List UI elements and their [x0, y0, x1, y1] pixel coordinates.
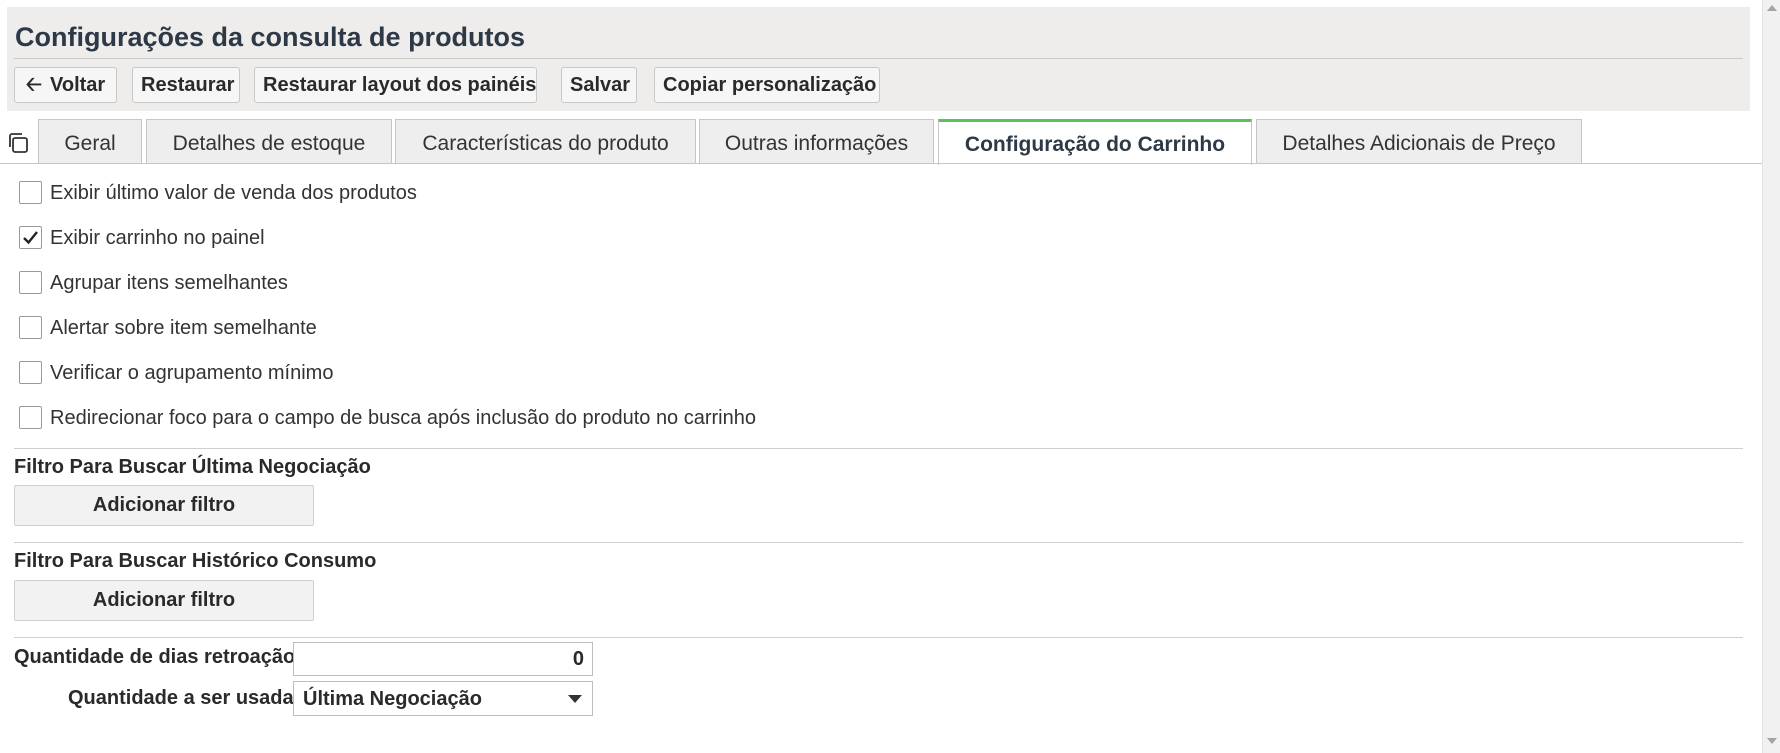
restore-layout-button[interactable]: Restaurar layout dos painéis: [254, 67, 537, 103]
caret-down-icon: [568, 695, 582, 703]
add-filter-consumption-history-button[interactable]: Adicionar filtro: [14, 580, 314, 621]
vertical-scrollbar[interactable]: [1762, 0, 1780, 753]
tab-configuracao-carrinho[interactable]: Configuração do Carrinho: [938, 119, 1252, 165]
quantity-used-label: Quantidade a ser usada: [68, 687, 294, 709]
add-filter-last-negotiation-button[interactable]: Adicionar filtro: [14, 485, 314, 526]
checkbox-label: Exibir carrinho no painel: [50, 227, 265, 249]
copy-customization-button[interactable]: Copiar personalização: [654, 67, 880, 103]
copy-windows-icon[interactable]: [6, 131, 30, 155]
checkbox-ultimo-valor[interactable]: [19, 181, 42, 204]
checkbox-agrupar-itens[interactable]: [19, 271, 42, 294]
tabs-baseline: [0, 163, 1762, 164]
scroll-down-arrow-icon[interactable]: [1767, 737, 1777, 745]
tab-geral[interactable]: Geral: [38, 119, 142, 164]
arrow-left-icon: 🡠: [25, 74, 42, 96]
filter-consumption-history-label: Filtro Para Buscar Histórico Consumo: [14, 550, 377, 572]
scroll-up-arrow-icon[interactable]: [1767, 4, 1777, 12]
header-divider: [14, 58, 1743, 59]
back-button[interactable]: 🡠 Voltar: [14, 67, 117, 103]
checkbox-alertar-item[interactable]: [19, 316, 42, 339]
checkbox-label: Verificar o agrupamento mínimo: [50, 362, 334, 384]
days-back-label: Quantidade de dias retroação: [14, 646, 296, 668]
tab-caracteristicas-produto[interactable]: Características do produto: [395, 119, 696, 164]
tab-outras-informacoes[interactable]: Outras informações: [699, 119, 934, 164]
page: Configurações da consulta de produtos 🡠 V…: [0, 0, 1762, 753]
days-back-input[interactable]: [293, 642, 593, 676]
checkbox-exibir-carrinho[interactable]: [19, 226, 42, 249]
filter-last-negotiation-label: Filtro Para Buscar Última Negociação: [14, 456, 371, 478]
tab-detalhes-estoque[interactable]: Detalhes de estoque: [146, 119, 392, 164]
back-button-label: Voltar: [50, 74, 106, 96]
page-title: Configurações da consulta de produtos: [15, 22, 526, 52]
section-divider: [14, 637, 1743, 638]
checkbox-redirecionar-foco[interactable]: [19, 406, 42, 429]
tab-detalhes-adicionais-preco[interactable]: Detalhes Adicionais de Preço: [1256, 119, 1582, 164]
checkbox-label: Alertar sobre item semelhante: [50, 317, 317, 339]
checkbox-agrupamento-minimo[interactable]: [19, 361, 42, 384]
section-divider: [14, 542, 1743, 543]
save-button[interactable]: Salvar: [561, 67, 637, 103]
checkbox-label: Agrupar itens semelhantes: [50, 272, 288, 294]
checkbox-label: Exibir último valor de venda dos produto…: [50, 182, 417, 204]
checkbox-label: Redirecionar foco para o campo de busca …: [50, 407, 756, 429]
section-divider: [14, 448, 1743, 449]
quantity-used-select[interactable]: Última Negociação: [293, 681, 593, 716]
restore-button[interactable]: Restaurar: [132, 67, 240, 103]
header: Configurações da consulta de produtos 🡠 V…: [7, 7, 1750, 111]
checkmark-icon: [23, 231, 38, 245]
quantity-used-selected-value: Última Negociação: [303, 688, 482, 710]
